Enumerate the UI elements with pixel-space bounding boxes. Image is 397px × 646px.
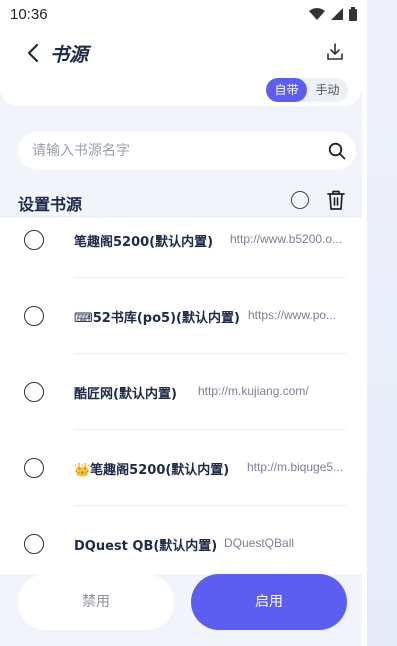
status-bar: 10:36 [0, 0, 367, 28]
search-bar[interactable] [18, 132, 356, 170]
source-radio[interactable] [24, 458, 44, 478]
source-url: https://www.po... [248, 308, 337, 322]
source-list: 笔趣阁5200(默认内置) http://www.b5200.o... ⌨52书… [0, 218, 362, 574]
download-icon[interactable] [325, 42, 345, 62]
background-edge [367, 0, 397, 646]
source-name: 👑笔趣阁5200(默认内置) [74, 463, 230, 478]
source-radio[interactable] [24, 382, 44, 402]
select-all-radio[interactable] [291, 191, 309, 209]
source-url: http://m.biquge5... [247, 460, 344, 474]
toggle-option-manual[interactable]: 手动 [307, 78, 348, 102]
header-card: 书源 自带 手动 [0, 28, 362, 106]
search-icon[interactable] [328, 142, 346, 160]
source-radio[interactable] [24, 230, 44, 250]
mode-toggle[interactable]: 自带 手动 [266, 78, 348, 102]
source-radio[interactable] [24, 306, 44, 326]
list-item[interactable]: 酷匠网(默认内置) http://m.kujiang.com/ [0, 354, 362, 430]
list-item[interactable]: 👑笔趣阁5200(默认内置) http://m.biquge5... [0, 430, 362, 506]
list-item[interactable]: DQuest QB(默认内置) DQuestQBall [0, 506, 362, 574]
source-name: 酷匠网(默认内置) [74, 387, 177, 402]
section-title: 设置书源 [18, 195, 83, 214]
disable-button[interactable]: 禁用 [18, 574, 174, 630]
app-screen: 10:36 书源 自带 手动 请输入书源名字 设置书源 笔趣阁5200(默认内置… [0, 0, 397, 646]
enable-button[interactable]: 启用 [191, 574, 347, 630]
source-url: DQuestQBall [224, 536, 295, 550]
status-icons [309, 7, 357, 21]
source-url: http://www.b5200.o... [230, 232, 343, 246]
source-radio[interactable] [24, 534, 44, 554]
list-item[interactable]: 笔趣阁5200(默认内置) http://www.b5200.o... [0, 218, 362, 278]
trash-icon[interactable] [327, 190, 345, 210]
source-name: DQuest QB(默认内置) [74, 539, 218, 554]
toggle-option-builtin[interactable]: 自带 [266, 78, 307, 102]
source-name: ⌨52书库(po5)(默认内置) [74, 311, 240, 326]
main-panel: 书源 自带 手动 设置书源 [0, 28, 362, 646]
search-input[interactable] [32, 132, 312, 170]
list-item[interactable]: ⌨52书库(po5)(默认内置) https://www.po... [0, 278, 362, 354]
wifi-icon [309, 8, 325, 20]
back-arrow-icon[interactable] [24, 42, 44, 64]
signal-icon [331, 8, 343, 20]
status-time: 10:36 [10, 5, 48, 23]
source-name: 笔趣阁5200(默认内置) [74, 235, 214, 250]
source-url: http://m.kujiang.com/ [198, 384, 309, 398]
page-title: 书源 [50, 45, 89, 66]
action-bar: 禁用 启用 [0, 574, 362, 646]
battery-icon [349, 7, 357, 21]
